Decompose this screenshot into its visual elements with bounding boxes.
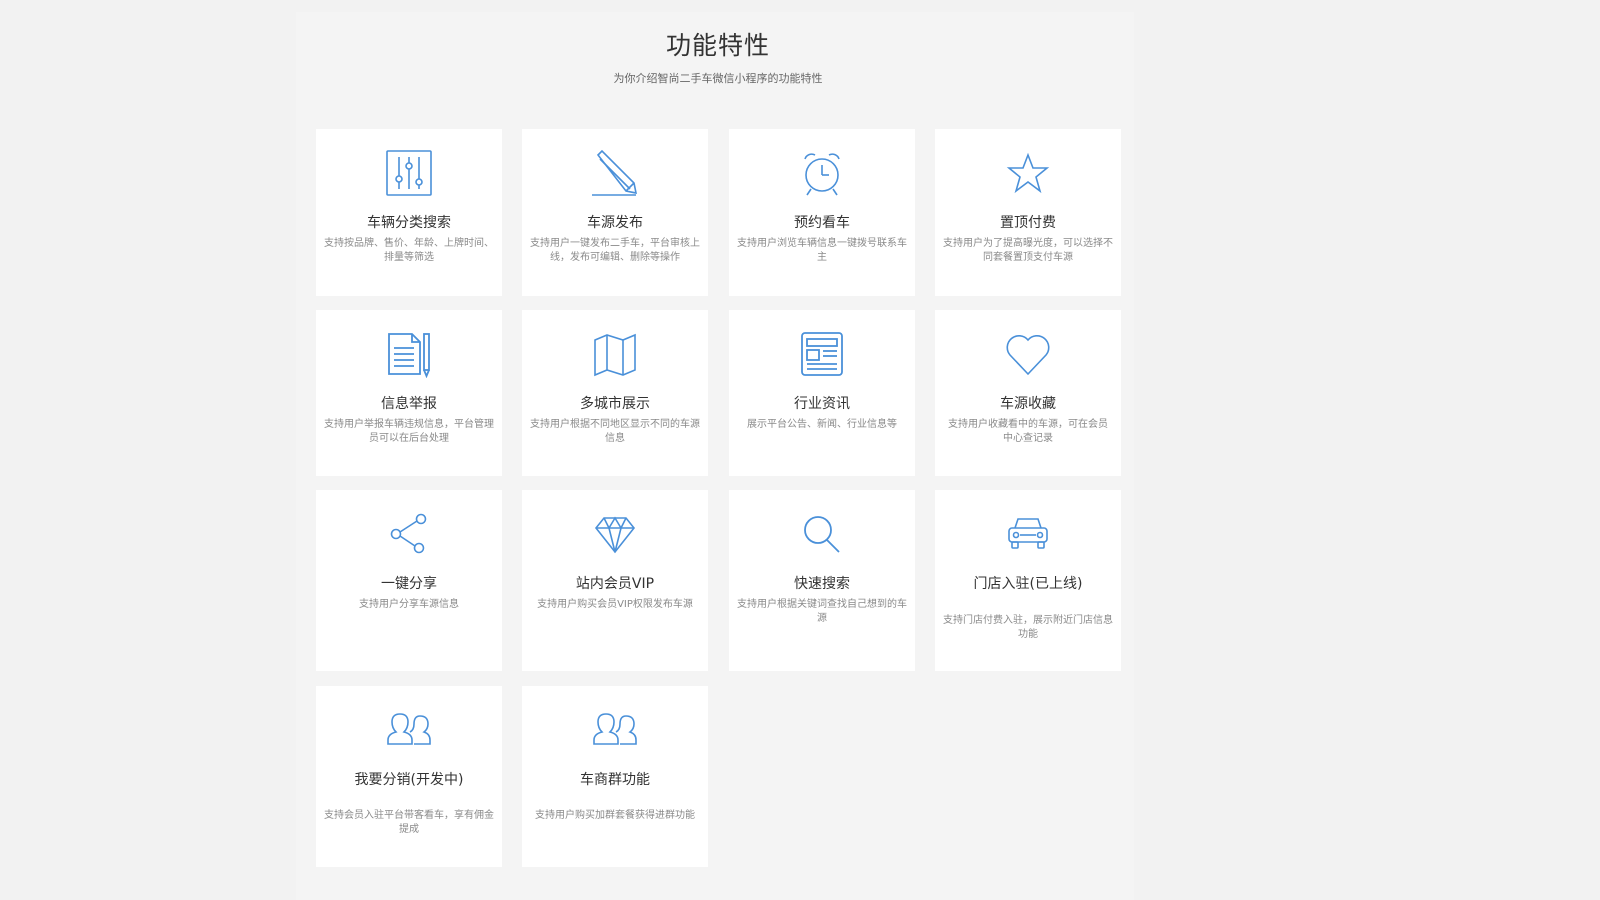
feature-title: 多城市展示 [580,396,650,412]
feature-card-store-entry[interactable]: 门店入驻(已上线) 支持门店付费入驻，展示附近门店信息功能 [935,490,1121,671]
feature-card-news[interactable]: 行业资讯 展示平台公告、新闻、行业信息等 [729,310,915,476]
page: 功能特性 为你介绍智尚二手车微信小程序的功能特性 车辆分类搜索 支持按品牌、售价… [0,0,1600,900]
users-icon [384,706,434,754]
feature-card-multi-city[interactable]: 多城市展示 支持用户根据不同地区显示不同的车源信息 [522,310,708,476]
feature-description: 支持用户举报车辆违规信息，平台管理员可以在后台处理 [324,419,494,444]
feature-title: 快速搜索 [794,576,850,592]
page-title: 功能特性 [665,31,770,60]
feature-title: 信息举报 [381,396,437,412]
feature-title: 预约看车 [794,215,850,231]
heart-icon [1003,330,1053,378]
feature-title: 车源发布 [587,215,643,231]
feature-card-quick-search[interactable]: 快速搜索 支持用户根据关键词查找自己想到的车源 [729,490,915,671]
alarm-clock-icon [797,149,847,197]
users-icon [590,706,640,754]
feature-title: 车辆分类搜索 [367,215,451,231]
feature-description: 支持门店付费入驻，展示附近门店信息功能 [943,615,1113,640]
feature-card-vip[interactable]: 站内会员VIP 支持用户购买会员VIP权限发布车源 [522,490,708,671]
diamond-icon [590,510,640,558]
share-icon [384,510,434,558]
feature-title: 车商群功能 [580,772,650,788]
feature-card-top-payment[interactable]: 置顶付费 支持用户为了提高曝光度，可以选择不同套餐置顶支付车源 [935,129,1121,296]
feature-description: 支持用户浏览车辆信息一键拨号联系车主 [737,238,907,263]
feature-description: 支持会员入驻平台带客看车，享有佣金提成 [324,810,494,835]
search-icon [797,510,847,558]
newspaper-icon [797,330,847,378]
feature-title: 我要分销(开发中) [354,772,464,788]
map-icon [590,330,640,378]
star-icon [1003,149,1053,197]
feature-card-publish[interactable]: 车源发布 支持用户一键发布二手车，平台审核上线，发布可编辑、删除等操作 [522,129,708,296]
feature-card-dealer-group[interactable]: 车商群功能 支持用户购买加群套餐获得进群功能 [522,686,708,867]
feature-card-report[interactable]: 信息举报 支持用户举报车辆违规信息，平台管理员可以在后台处理 [316,310,502,476]
feature-description: 支持用户购买会员VIP权限发布车源 [537,599,693,610]
feature-card-vehicle-search[interactable]: 车辆分类搜索 支持按品牌、售价、年龄、上牌时间、排量等筛选 [316,129,502,296]
feature-card-share[interactable]: 一键分享 支持用户分享车源信息 [316,490,502,671]
pencil-icon [590,149,640,197]
feature-description: 支持用户为了提高曝光度，可以选择不同套餐置顶支付车源 [943,238,1113,263]
feature-title: 车源收藏 [1000,396,1056,412]
feature-description: 支持用户根据关键词查找自己想到的车源 [737,599,907,624]
page-subtitle: 为你介绍智尚二手车微信小程序的功能特性 [613,72,823,85]
feature-description: 支持用户收藏看中的车源，可在会员 中心查记录 [948,419,1108,444]
feature-title: 一键分享 [381,576,437,592]
feature-card-favorites[interactable]: 车源收藏 支持用户收藏看中的车源，可在会员 中心查记录 [935,310,1121,476]
feature-description: 展示平台公告、新闻、行业信息等 [747,419,897,430]
feature-title: 行业资讯 [794,396,850,412]
feature-card-appointment[interactable]: 预约看车 支持用户浏览车辆信息一键拨号联系车主 [729,129,915,296]
feature-description: 支持用户一键发布二手车，平台审核上线，发布可编辑、删除等操作 [530,238,700,263]
feature-description: 支持用户购买加群套餐获得进群功能 [535,810,695,821]
car-icon [1003,510,1053,558]
document-icon [384,330,434,378]
feature-description: 支持用户分享车源信息 [359,599,459,610]
feature-title: 置顶付费 [1000,215,1056,231]
feature-title: 站内会员VIP [575,576,655,592]
feature-description: 支持用户根据不同地区显示不同的车源信息 [530,419,700,444]
sliders-icon [384,149,434,197]
feature-description: 支持按品牌、售价、年龄、上牌时间、排量等筛选 [324,238,494,263]
feature-card-distribution[interactable]: 我要分销(开发中) 支持会员入驻平台带客看车，享有佣金提成 [316,686,502,867]
feature-title: 门店入驻(已上线) [973,576,1083,592]
